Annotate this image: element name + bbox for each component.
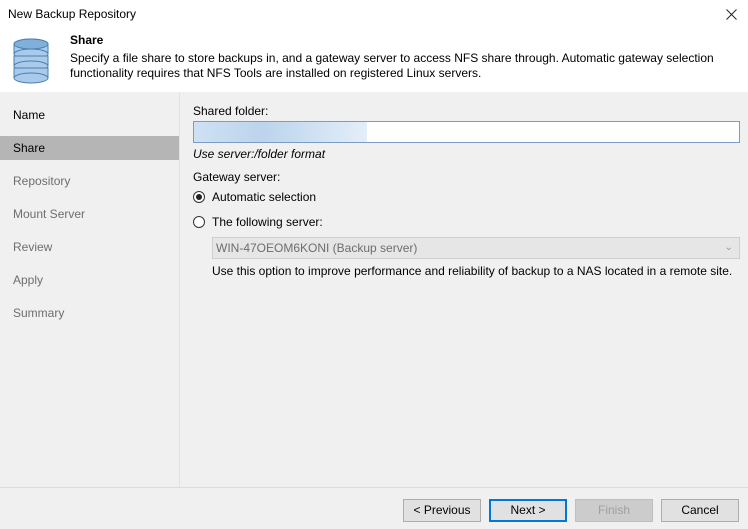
radio-following-server[interactable]: [193, 216, 205, 228]
format-hint: Use server:/folder format: [193, 147, 326, 161]
step-share[interactable]: Share: [0, 136, 179, 160]
next-button[interactable]: Next >: [489, 499, 567, 522]
window-title: New Backup Repository: [8, 7, 137, 21]
share-panel: Shared folder: Use server:/folder format…: [179, 92, 748, 487]
wizard-body: Name Share Repository Mount Server Revie…: [0, 92, 748, 487]
previous-button[interactable]: < Previous: [403, 499, 481, 522]
cancel-button[interactable]: Cancel: [661, 499, 739, 522]
radio-automatic[interactable]: [193, 191, 205, 203]
title-bar: New Backup Repository: [0, 0, 748, 28]
following-server-option[interactable]: The following server:: [193, 215, 323, 229]
step-summary: Summary: [13, 306, 65, 320]
gateway-server-select: WIN-47OEOM6KONI (Backup server) ⌄: [212, 237, 740, 259]
finish-button: Finish: [575, 499, 653, 522]
chevron-down-icon: ⌄: [724, 242, 733, 253]
gateway-server-label: Gateway server:: [193, 170, 281, 184]
following-server-label: The following server:: [212, 215, 323, 229]
page-title: Share: [70, 33, 104, 47]
shared-folder-label: Shared folder:: [193, 104, 269, 118]
automatic-selection-label: Automatic selection: [212, 190, 317, 204]
shared-folder-input[interactable]: [193, 121, 740, 143]
steps-sidebar: Name Share Repository Mount Server Revie…: [0, 92, 179, 487]
redacted-value: [194, 122, 367, 142]
server-option-hint: Use this option to improve performance a…: [212, 264, 733, 278]
gateway-server-value: WIN-47OEOM6KONI (Backup server): [216, 241, 418, 255]
step-mount-server: Mount Server: [13, 207, 86, 221]
step-apply: Apply: [13, 273, 44, 287]
close-icon: [725, 8, 737, 20]
automatic-selection-option[interactable]: Automatic selection: [193, 190, 316, 204]
close-button[interactable]: [714, 0, 748, 28]
page-description: Specify a file share to store backups in…: [70, 51, 714, 80]
wizard-footer: < Previous Next > Finish Cancel: [0, 487, 748, 529]
step-review: Review: [13, 240, 53, 254]
step-name[interactable]: Name: [0, 103, 179, 127]
step-repository: Repository: [13, 174, 71, 188]
wizard-header: Share Specify a file share to store back…: [0, 28, 748, 92]
database-icon: [12, 38, 50, 87]
